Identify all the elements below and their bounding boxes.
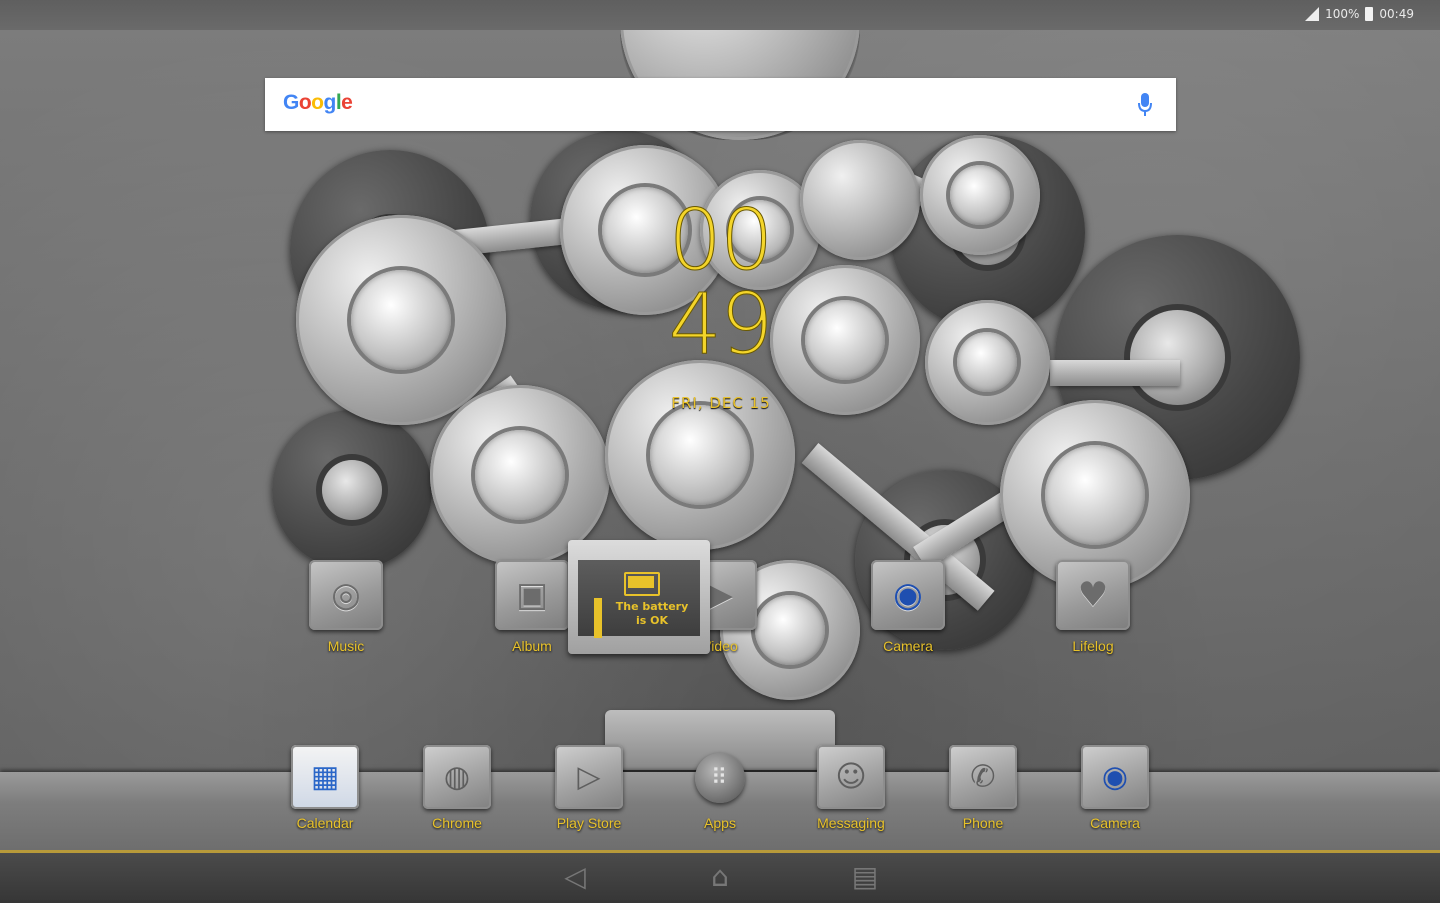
google-search-bar[interactable]: Google — [265, 78, 1176, 131]
app-label: Phone — [962, 815, 1004, 831]
apps-grid-icon: ⠿ — [710, 765, 730, 791]
gear-dark — [272, 410, 432, 570]
app-label: Messaging — [817, 815, 885, 831]
music-disc-icon: ◎ — [331, 575, 361, 615]
chrome-icon: ◍ — [443, 759, 471, 795]
clock-minutes: 49 — [668, 275, 774, 373]
battery-level-icon — [624, 572, 660, 596]
app-album[interactable]: ▣ Album — [484, 560, 580, 654]
app-label: Play Store — [556, 815, 622, 831]
dock-app-apps[interactable]: ⠿ Apps — [665, 745, 775, 831]
gear-silver — [296, 215, 506, 425]
camera-icon: ◉ — [1101, 759, 1129, 795]
phone-icon: ✆ — [970, 759, 996, 795]
navigation-bar: ◁ ⌂ ▤ — [0, 850, 1440, 903]
calendar-icon: ▦ — [310, 759, 340, 795]
battery-widget-screen: The battery is OK — [578, 560, 700, 638]
dock-app-play-store[interactable]: ▷ Play Store — [534, 745, 644, 831]
app-music[interactable]: ◎ Music — [298, 560, 394, 654]
app-label: Album — [512, 638, 552, 654]
battery-level-bar — [594, 598, 602, 638]
signal-icon — [1305, 7, 1320, 21]
recents-icon[interactable]: ▤ — [847, 861, 883, 893]
clock-hours: 00 — [668, 191, 774, 289]
battery-widget[interactable]: The battery is OK — [568, 540, 710, 654]
microphone-icon[interactable] — [1138, 92, 1152, 118]
messaging-icon: ☺ — [835, 759, 867, 795]
gear-silver — [605, 360, 795, 550]
app-label: Camera — [1090, 815, 1140, 831]
album-photo-icon: ▣ — [515, 575, 549, 615]
app-camera[interactable]: ◉ Camera — [860, 560, 956, 654]
link-bar — [1050, 360, 1180, 386]
dock-app-camera[interactable]: ◉ Camera — [1060, 745, 1170, 831]
gear-silver — [800, 140, 920, 260]
clock-date: FRI, DEC 15 — [671, 394, 771, 412]
battery-icon — [1365, 7, 1374, 21]
status-bar: 100% 00:49 — [0, 0, 1440, 30]
dock-app-calendar[interactable]: ▦ Calendar — [270, 745, 380, 831]
heart-icon: ♥ — [1077, 575, 1109, 615]
app-label: Calendar — [296, 815, 354, 831]
play-store-icon: ▷ — [577, 759, 601, 795]
app-label: Camera — [883, 638, 933, 654]
video-play-icon: ▶ — [706, 575, 734, 615]
clock-widget[interactable]: 00 49 — [660, 191, 780, 373]
camera-icon: ◉ — [893, 575, 923, 615]
battery-status-message: The battery is OK — [615, 600, 689, 627]
app-label: Lifelog — [1072, 638, 1114, 654]
app-lifelog[interactable]: ♥ Lifelog — [1045, 560, 1141, 654]
home-icon[interactable]: ⌂ — [702, 861, 738, 893]
dock-app-chrome[interactable]: ◍ Chrome — [402, 745, 512, 831]
back-icon[interactable]: ◁ — [557, 861, 593, 893]
app-label: Apps — [704, 815, 736, 831]
gear-silver — [925, 300, 1050, 425]
dock-app-phone[interactable]: ✆ Phone — [928, 745, 1038, 831]
dock-app-messaging[interactable]: ☺ Messaging — [796, 745, 906, 831]
gear-silver — [770, 265, 920, 415]
battery-percent: 100% — [1325, 7, 1360, 21]
status-time: 00:49 — [1379, 7, 1414, 21]
gear-silver — [430, 385, 610, 565]
gear-silver — [920, 135, 1040, 255]
google-logo: Google — [283, 91, 353, 114]
app-label: Chrome — [432, 815, 482, 831]
app-label: Music — [327, 638, 365, 654]
